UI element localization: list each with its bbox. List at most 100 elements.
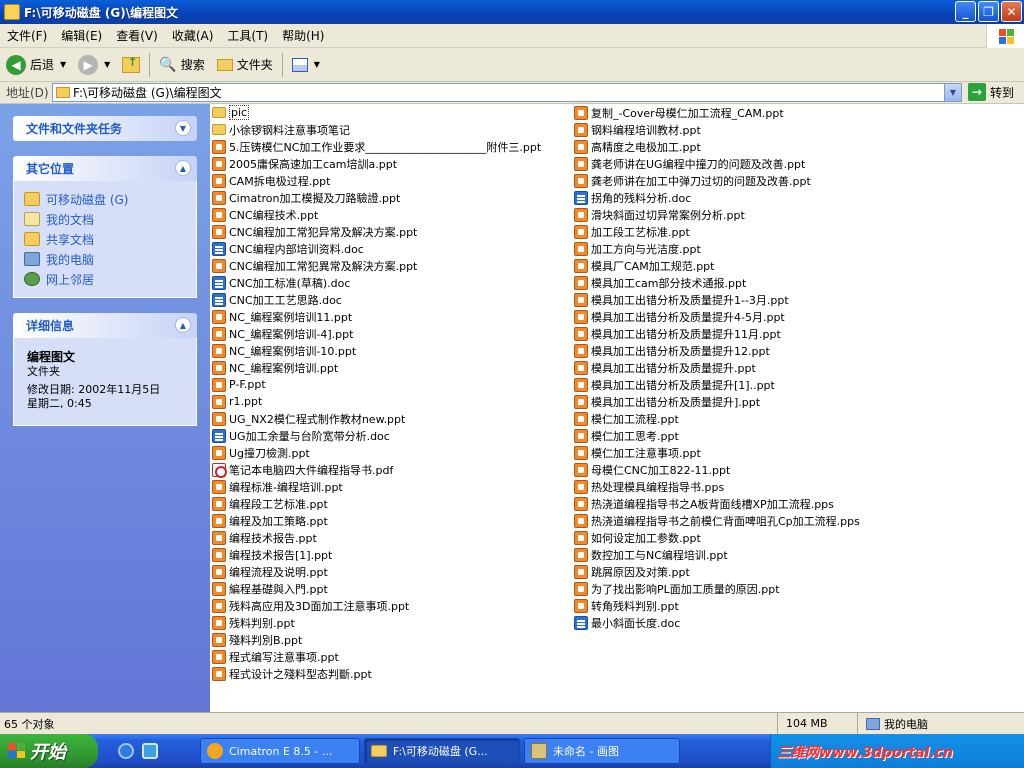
file-item[interactable]: 热处理模具编程指导书.pps <box>574 478 860 495</box>
file-item[interactable]: P-F.ppt <box>212 376 541 393</box>
file-item[interactable]: 編程基礎與入門.ppt <box>212 580 541 597</box>
details-header[interactable]: 详细信息 ▲ <box>13 313 197 338</box>
minimize-button[interactable]: _ <box>955 1 976 22</box>
forward-button[interactable]: ▶ ▼ <box>72 51 116 79</box>
file-item[interactable]: 热浇道编程指导书之前模仁背面啤咀孔Cp加工流程.pps <box>574 512 860 529</box>
file-item[interactable]: 热浇道编程指导书之A板背面线槽XP加工流程.pps <box>574 495 860 512</box>
file-item[interactable]: 小徐锣钢料注意事项笔记 <box>212 121 541 138</box>
file-item[interactable]: CNC加工标准(草稿).doc <box>212 274 541 291</box>
file-item[interactable]: CNC编程加工常犯異常及解決方案.ppt <box>212 257 541 274</box>
menu-file[interactable]: 文件(F) <box>0 27 54 44</box>
file-item[interactable]: 残料高应用及3D面加工注意事项.ppt <box>212 597 541 614</box>
file-item[interactable]: 编程标准-编程培训.ppt <box>212 478 541 495</box>
file-item[interactable]: 模具加工出错分析及质量提升[1]..ppt <box>574 376 860 393</box>
menu-tools[interactable]: 工具(T) <box>220 27 275 44</box>
search-button[interactable]: 🔍 搜索 <box>153 51 210 79</box>
file-item[interactable]: 转角残料判别.ppt <box>574 597 860 614</box>
file-item[interactable]: 加工段工艺标准.ppt <box>574 223 860 240</box>
file-item[interactable]: 如何设定加工参数.ppt <box>574 529 860 546</box>
views-button[interactable]: ▼ <box>286 51 326 79</box>
place-my-documents[interactable]: 我的文档 <box>24 209 186 229</box>
task-paint[interactable]: 未命名 - 画图 <box>524 738 680 764</box>
file-item[interactable]: 模具加工出错分析及质量提升12.ppt <box>574 342 860 359</box>
file-item[interactable]: 残料判别.ppt <box>212 614 541 631</box>
file-item[interactable]: NC_编程案例培训-4].ppt <box>212 325 541 342</box>
file-item[interactable]: 模具加工出错分析及质量提升].ppt <box>574 393 860 410</box>
file-item[interactable]: 模具加工出错分析及质量提升4-5月.ppt <box>574 308 860 325</box>
chevron-up-icon[interactable]: ▲ <box>175 317 191 333</box>
file-item[interactable]: 程式设计之殘料型态判斷.ppt <box>212 665 541 682</box>
back-dropdown-icon[interactable]: ▼ <box>60 60 66 69</box>
back-button[interactable]: ◀ 后退 ▼ <box>0 51 72 79</box>
place-removable-disk[interactable]: 可移动磁盘 (G) <box>24 189 186 209</box>
file-item[interactable]: 模具加工出错分析及质量提升11月.ppt <box>574 325 860 342</box>
title-bar[interactable]: F:\可移动磁盘 (G)\编程图文 _ ❐ ✕ <box>0 0 1024 24</box>
file-item[interactable]: UG_NX2模仁程式制作教材new.ppt <box>212 410 541 427</box>
file-item[interactable]: 2005庸保高速加工cam培訓a.ppt <box>212 155 541 172</box>
file-item[interactable]: NC_编程案例培训-10.ppt <box>212 342 541 359</box>
file-item[interactable]: NC_编程案例培训11.ppt <box>212 308 541 325</box>
ie-quicklaunch-icon[interactable] <box>118 743 134 759</box>
file-item[interactable]: 模仁加工思考.ppt <box>574 427 860 444</box>
file-item[interactable]: 程式编写注意事项.ppt <box>212 648 541 665</box>
file-item[interactable]: 为了找出影响PL面加工质量的原因.ppt <box>574 580 860 597</box>
file-item[interactable]: CNC编程内部培训资料.doc <box>212 240 541 257</box>
menu-view[interactable]: 查看(V) <box>109 27 165 44</box>
menu-favorites[interactable]: 收藏(A) <box>165 27 221 44</box>
file-item[interactable]: 最小斜面长度.doc <box>574 614 860 631</box>
file-item[interactable]: pic <box>212 104 541 121</box>
file-item[interactable]: 编程技术报告[1].ppt <box>212 546 541 563</box>
menu-edit[interactable]: 编辑(E) <box>54 27 109 44</box>
file-item[interactable]: 殘料判別B.ppt <box>212 631 541 648</box>
other-places-header[interactable]: 其它位置 ▲ <box>13 156 197 181</box>
chevron-up-icon[interactable]: ▲ <box>175 160 191 176</box>
address-dropdown-icon[interactable]: ▼ <box>944 84 961 101</box>
file-item[interactable]: CNC编程加工常犯异常及解决方案.ppt <box>212 223 541 240</box>
file-item[interactable]: 复制_-Cover母模仁加工流程_CAM.ppt <box>574 104 860 121</box>
file-item[interactable]: 拐角的残料分析.doc <box>574 189 860 206</box>
file-item[interactable]: Cimatron加工模擬及刀路驗證.ppt <box>212 189 541 206</box>
start-button[interactable]: 开始 <box>0 734 98 768</box>
file-item[interactable]: CNC编程技术.ppt <box>212 206 541 223</box>
file-item[interactable]: CNC加工工艺思路.doc <box>212 291 541 308</box>
views-dropdown-icon[interactable]: ▼ <box>314 60 320 69</box>
desktop-quicklaunch-icon[interactable] <box>142 743 158 759</box>
file-list[interactable]: pic 小徐锣钢料注意事项笔记 5.压铸模仁NC加工作业要求____________… <box>210 104 1024 712</box>
file-item[interactable]: 母模仁CNC加工822-11.ppt <box>574 461 860 478</box>
file-item[interactable]: 编程流程及说明.ppt <box>212 563 541 580</box>
task-explorer[interactable]: F:\可移动磁盘 (G... <box>364 738 520 764</box>
folders-button[interactable]: 文件夹 <box>211 51 279 79</box>
file-item[interactable]: 龚老师讲在UG编程中撞刀的问题及改善.ppt <box>574 155 860 172</box>
file-item[interactable]: 龚老师讲在加工中弹刀过切的问题及改善.ppt <box>574 172 860 189</box>
file-item[interactable]: 模具加工出错分析及质量提升.ppt <box>574 359 860 376</box>
task-cimatron[interactable]: Cimatron E 8.5 - ... <box>200 738 360 764</box>
file-item[interactable]: 模具加工cam部分技术通报.ppt <box>574 274 860 291</box>
place-network[interactable]: 网上邻居 <box>24 269 186 289</box>
file-item[interactable]: 跳屑原因及对策.ppt <box>574 563 860 580</box>
file-item[interactable]: 笔记本电脑四大件编程指导书.pdf <box>212 461 541 478</box>
file-item[interactable]: 模仁加工注意事项.ppt <box>574 444 860 461</box>
file-item[interactable]: 模具加工出错分析及质量提升1--3月.ppt <box>574 291 860 308</box>
file-item[interactable]: CAM拆电极过程.ppt <box>212 172 541 189</box>
menu-help[interactable]: 帮助(H) <box>275 27 331 44</box>
file-item[interactable]: 编程技术报告.ppt <box>212 529 541 546</box>
chevron-down-icon[interactable]: ▼ <box>175 120 191 136</box>
address-input[interactable]: F:\可移动磁盘 (G)\编程图文 ▼ <box>52 83 962 102</box>
go-button[interactable]: → 转到 <box>968 83 1014 101</box>
file-item[interactable]: 加工方向与光洁度.ppt <box>574 240 860 257</box>
file-item[interactable]: 模具厂CAM加工规范.ppt <box>574 257 860 274</box>
file-item[interactable]: UG加工余量与台阶宽带分析.doc <box>212 427 541 444</box>
file-item[interactable]: 滑块斜面过切异常案例分析.ppt <box>574 206 860 223</box>
file-item[interactable]: 5.压铸模仁NC加工作业要求______________________附件三.… <box>212 138 541 155</box>
forward-dropdown-icon[interactable]: ▼ <box>104 60 110 69</box>
place-my-computer[interactable]: 我的电脑 <box>24 249 186 269</box>
place-shared-documents[interactable]: 共享文档 <box>24 229 186 249</box>
file-item[interactable]: 高精度之电极加工.ppt <box>574 138 860 155</box>
up-button[interactable]: ↑ <box>116 51 146 79</box>
file-item[interactable]: 编程及加工策略.ppt <box>212 512 541 529</box>
file-item[interactable]: NC_编程案例培训.ppt <box>212 359 541 376</box>
file-item[interactable]: 编程段工艺标准.ppt <box>212 495 541 512</box>
file-item[interactable]: r1.ppt <box>212 393 541 410</box>
close-button[interactable]: ✕ <box>1001 1 1022 22</box>
file-item[interactable]: 钢料编程培训教材.ppt <box>574 121 860 138</box>
